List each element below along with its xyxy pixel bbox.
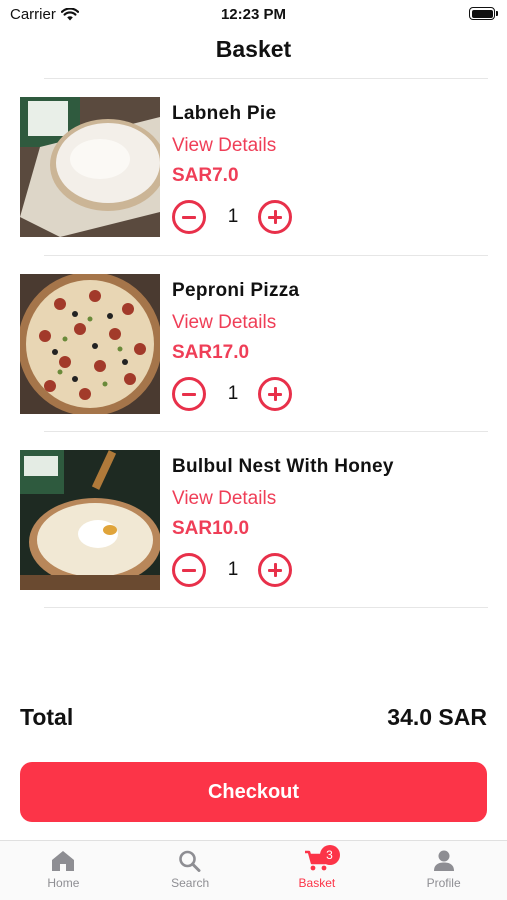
item-divider [44,607,488,608]
tab-home[interactable]: Home [0,841,127,900]
checkout-button-label: Checkout [207,780,300,803]
minus-icon [182,392,196,396]
increase-quantity-button[interactable] [258,553,292,587]
minus-icon [182,215,196,219]
quantity-value: 1 [227,206,239,227]
plus-icon-vertical [273,387,277,401]
battery-icon [469,7,498,20]
plus-icon-vertical [273,563,277,577]
item-image[interactable] [20,450,160,590]
decrease-quantity-button[interactable] [172,200,206,234]
status-bar: Carrier 12:23 PM [0,0,507,30]
basket-item-peproni-pizza: Peproni Pizza View Details SAR17.0 1 [0,274,507,450]
home-icon [52,851,75,871]
item-divider [44,255,488,256]
increase-quantity-button[interactable] [258,377,292,411]
basket-item-bulbul-nest: Bulbul Nest With Honey View Details SAR1… [0,450,507,626]
increase-quantity-button[interactable] [258,200,292,234]
tab-profile[interactable]: Profile [380,841,507,900]
clock: 12:23 PM [220,6,287,23]
item-price: SAR7.0 [172,165,239,186]
quantity-value: 1 [227,383,239,404]
tab-basket[interactable]: Basket 3 [254,841,381,900]
quantity-value: 1 [227,559,239,580]
item-image[interactable] [20,274,160,414]
tab-label: Basket [298,876,336,890]
decrease-quantity-button[interactable] [172,377,206,411]
decrease-quantity-button[interactable] [172,553,206,587]
tab-label: Profile [426,876,461,890]
checkout-button[interactable]: Checkout [20,762,487,822]
tab-bar: Home Search Basket 3 Profile [0,840,507,900]
plus-icon-vertical [273,210,277,224]
minus-icon [182,568,196,572]
search-icon [179,850,201,872]
page-title: Basket [215,36,292,62]
tab-label: Home [47,876,80,890]
item-image[interactable] [20,97,160,237]
tab-search[interactable]: Search [127,841,254,900]
view-details-link[interactable]: View Details [172,488,276,510]
item-price: SAR17.0 [172,342,250,363]
item-price: SAR10.0 [172,518,250,539]
total-value: 34.0 SAR [387,704,487,730]
header-divider [44,78,488,79]
item-name: Labneh Pie [172,103,277,124]
total-label: Total [20,704,74,730]
basket-count-badge: 3 [319,845,340,865]
item-name: Peproni Pizza [172,280,300,301]
view-details-link[interactable]: View Details [172,312,276,334]
basket-item-labneh-pie: Labneh Pie View Details SAR7.0 1 [0,97,507,273]
person-icon [433,850,454,871]
item-divider [44,431,488,432]
item-name: Bulbul Nest With Honey [172,456,394,477]
view-details-link[interactable]: View Details [172,135,276,157]
tab-label: Search [171,876,210,890]
